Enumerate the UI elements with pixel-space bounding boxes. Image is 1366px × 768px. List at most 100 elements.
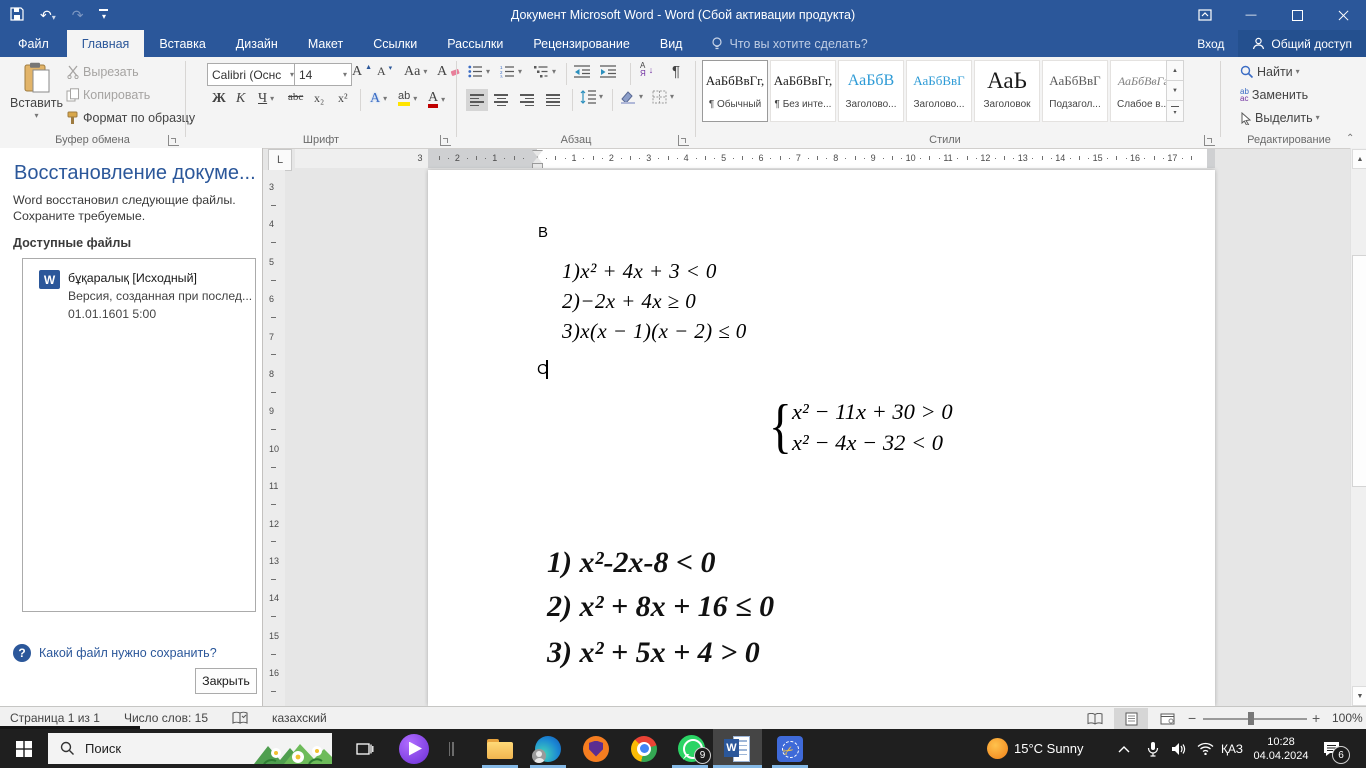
which-file-save-link[interactable]: Какой файл нужно сохранить? <box>39 646 217 660</box>
zoom-slider[interactable] <box>1203 718 1307 720</box>
tab-review[interactable]: Рецензирование <box>518 30 645 57</box>
sort-button[interactable]: А Я ↓ <box>640 62 653 78</box>
wifi-icon[interactable] <box>1192 729 1218 768</box>
highlight-color-button[interactable]: ab ▾ <box>398 91 417 106</box>
bold-button[interactable]: Ж <box>212 91 226 107</box>
replace-button[interactable]: ab ac Заменить <box>1240 88 1308 103</box>
task-view-button[interactable] <box>344 729 386 768</box>
save-icon[interactable] <box>10 7 24 23</box>
paragraph-dialog-launcher-icon[interactable] <box>678 135 689 146</box>
hidden-icons-chevron-icon[interactable] <box>1112 729 1136 768</box>
shading-button[interactable]: ▾ <box>620 90 643 104</box>
read-mode-icon[interactable] <box>1078 708 1112 729</box>
tab-mailings[interactable]: Рассылки <box>432 30 518 57</box>
proofing-icon[interactable] <box>232 711 248 725</box>
align-right-button[interactable] <box>520 92 534 108</box>
zoom-in-icon[interactable]: + <box>1312 710 1320 726</box>
volume-icon[interactable] <box>1166 729 1192 768</box>
edge-button[interactable] <box>526 729 570 768</box>
language-switcher[interactable]: ҚАЗ <box>1216 729 1248 768</box>
italic-button[interactable]: К <box>236 91 245 107</box>
tab-view[interactable]: Вид <box>645 30 698 57</box>
decrease-indent-icon[interactable] <box>574 65 590 78</box>
justify-button[interactable] <box>546 92 560 108</box>
subscript-button[interactable]: x₂ <box>314 91 324 106</box>
print-layout-icon[interactable] <box>1114 708 1148 729</box>
undo-button[interactable]: ↶▾ <box>40 8 56 22</box>
whatsapp-button[interactable]: 9 <box>668 729 714 768</box>
font-dialog-launcher-icon[interactable] <box>440 135 451 146</box>
copy-button[interactable]: Копировать <box>66 88 150 102</box>
zoom-out-icon[interactable]: − <box>1188 710 1196 726</box>
close-icon[interactable] <box>1320 0 1366 30</box>
recovered-file-item[interactable]: бұқаралық [Исходный] <box>68 271 197 285</box>
tab-file[interactable]: Файл <box>0 30 67 57</box>
pilcrow-button[interactable]: ¶ <box>672 63 680 80</box>
page-count[interactable]: Страница 1 из 1 <box>10 711 100 725</box>
share-button[interactable]: Общий доступ <box>1238 30 1366 57</box>
word-taskbar-button[interactable]: W <box>713 729 762 768</box>
font-family-select[interactable]: Calibri (Оснс ▾ <box>207 63 299 86</box>
minimize-icon[interactable]: — <box>1228 0 1274 30</box>
shrink-font-button[interactable]: А ▾ <box>377 64 392 79</box>
clipboard-dialog-launcher-icon[interactable] <box>168 135 179 146</box>
style-no-spacing[interactable]: АаБбВвГг, ¶ Без инте... <box>770 60 836 122</box>
ribbon-display-options-icon[interactable] <box>1182 0 1228 30</box>
underline-button[interactable]: Ч ▾ <box>258 91 274 107</box>
close-pane-button[interactable]: Закрыть <box>195 668 257 694</box>
change-case-button[interactable]: Aa ▾ <box>404 64 427 80</box>
cut-button[interactable]: Вырезать <box>66 65 139 79</box>
styles-scroll-up-icon[interactable]: ▲ <box>1166 60 1184 81</box>
multilevel-list-button[interactable]: ▾ <box>534 65 556 78</box>
strikethrough-button[interactable]: abc <box>288 91 303 103</box>
style-normal[interactable]: АаБбВвГг, ¶ Обычный <box>702 60 768 122</box>
scroll-up-icon[interactable]: ▲ <box>1352 149 1366 169</box>
word-count[interactable]: Число слов: 15 <box>124 711 208 725</box>
clock[interactable]: 10:28 04.04.2024 <box>1248 729 1314 768</box>
styles-gallery-more-icon[interactable]: ▾ <box>1166 101 1184 122</box>
style-heading1[interactable]: АаБбВ Заголово... <box>838 60 904 122</box>
weather-button[interactable] <box>980 729 1014 768</box>
file-explorer-button[interactable] <box>478 729 522 768</box>
alice-assistant-button[interactable] <box>392 729 436 768</box>
vertical-scrollbar[interactable]: ▲ ▼ <box>1350 148 1366 706</box>
styles-scroll-down-icon[interactable]: ▼ <box>1166 81 1184 101</box>
align-center-button[interactable] <box>494 92 508 108</box>
numbering-button[interactable]: 1 2 3 ▾ <box>500 65 522 78</box>
restore-icon[interactable] <box>1274 0 1320 30</box>
style-title[interactable]: АаЬ Заголовок <box>974 60 1040 122</box>
tab-stop-selector[interactable]: L <box>268 149 292 171</box>
style-subtitle[interactable]: АаБбВвГ Подзагол... <box>1042 60 1108 122</box>
redo-icon[interactable]: ↷ <box>72 8 84 22</box>
select-button[interactable]: Выделить ▾ <box>1240 111 1320 125</box>
left-indent-marker[interactable] <box>532 163 543 168</box>
weather-label[interactable]: 15°C Sunny <box>1014 729 1104 768</box>
format-painter-button[interactable]: Формат по образцу <box>66 111 195 125</box>
sign-in-button[interactable]: Вход <box>1183 37 1238 51</box>
zoom-slider-thumb[interactable] <box>1248 712 1254 725</box>
vertical-ruler[interactable]: 3 4 5 6 7 8 9 10 11 12 13 14 15 16 <box>263 170 285 706</box>
line-spacing-button[interactable]: ▾ <box>580 90 603 104</box>
tab-layout[interactable]: Макет <box>293 30 358 57</box>
tab-home[interactable]: Главная <box>66 30 145 57</box>
font-color-button[interactable]: А ▾ <box>428 91 445 108</box>
tell-me-box[interactable]: Что вы хотите сделать? <box>697 30 868 57</box>
bullets-button[interactable]: ▾ <box>468 65 490 78</box>
text-effects-button[interactable]: А ▾ <box>370 91 387 107</box>
tab-design[interactable]: Дизайн <box>221 30 293 57</box>
tab-references[interactable]: Ссылки <box>358 30 432 57</box>
align-left-button[interactable] <box>466 89 488 111</box>
chrome-button[interactable] <box>622 729 666 768</box>
find-button[interactable]: Найти ▾ <box>1240 65 1300 79</box>
tab-insert[interactable]: Вставка <box>144 30 220 57</box>
borders-button[interactable]: ▾ <box>652 90 674 104</box>
font-size-select[interactable]: 14 ▾ <box>294 63 352 86</box>
start-button[interactable] <box>0 729 48 768</box>
horizontal-ruler[interactable]: 3 2 1 1 2 3 4 5 6 7 8 9 10 11 12 13 14 15 16 17 <box>295 149 1215 168</box>
grow-font-button[interactable]: А ▲ <box>352 64 372 80</box>
style-heading2[interactable]: АаБбВвГ Заголово... <box>906 60 972 122</box>
taskbar-search-input[interactable]: Поиск <box>48 733 332 764</box>
scrollbar-thumb[interactable] <box>1352 255 1366 487</box>
microphone-icon[interactable] <box>1140 729 1166 768</box>
styles-dialog-launcher-icon[interactable] <box>1204 135 1215 146</box>
